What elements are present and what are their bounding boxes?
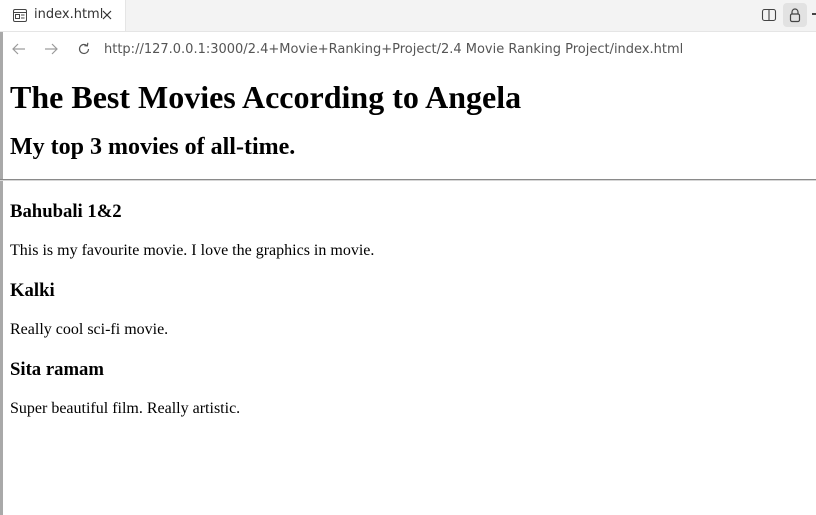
movie-description: This is my favourite movie. I love the g… (10, 242, 375, 259)
tab-title: index.html (34, 7, 104, 22)
forward-arrow-icon[interactable] (43, 41, 59, 62)
page-content: The Best Movies According to Angela My t… (0, 67, 816, 418)
split-view-icon[interactable] (761, 7, 777, 23)
tab-strip: index.html (0, 0, 816, 32)
movie-description: Super beautiful film. Really artistic. (10, 400, 241, 417)
movie-title: Kalki (10, 280, 55, 301)
url-field[interactable]: http://127.0.0.1:3000/2.4+Movie+Ranking+… (104, 42, 683, 57)
page-icon (13, 9, 27, 22)
movie-title: Sita ramam (10, 359, 104, 380)
tab-index-html[interactable]: index.html (0, 0, 126, 31)
lock-button[interactable] (783, 3, 807, 27)
reload-icon[interactable] (76, 41, 92, 62)
page-subtitle: My top 3 movies of all-time. (10, 134, 296, 160)
lock-icon (789, 8, 801, 23)
movie-title: Bahubali 1&2 (10, 201, 122, 222)
close-icon[interactable] (100, 8, 114, 22)
back-arrow-icon[interactable] (11, 41, 27, 62)
window-left-edge (0, 0, 3, 515)
divider (0, 179, 816, 181)
movie-description: Really cool sci-fi movie. (10, 321, 169, 338)
address-bar-row: http://127.0.0.1:3000/2.4+Movie+Ranking+… (3, 32, 816, 67)
overflow-icon[interactable] (812, 13, 816, 15)
page-title: The Best Movies According to Angela (10, 79, 522, 115)
